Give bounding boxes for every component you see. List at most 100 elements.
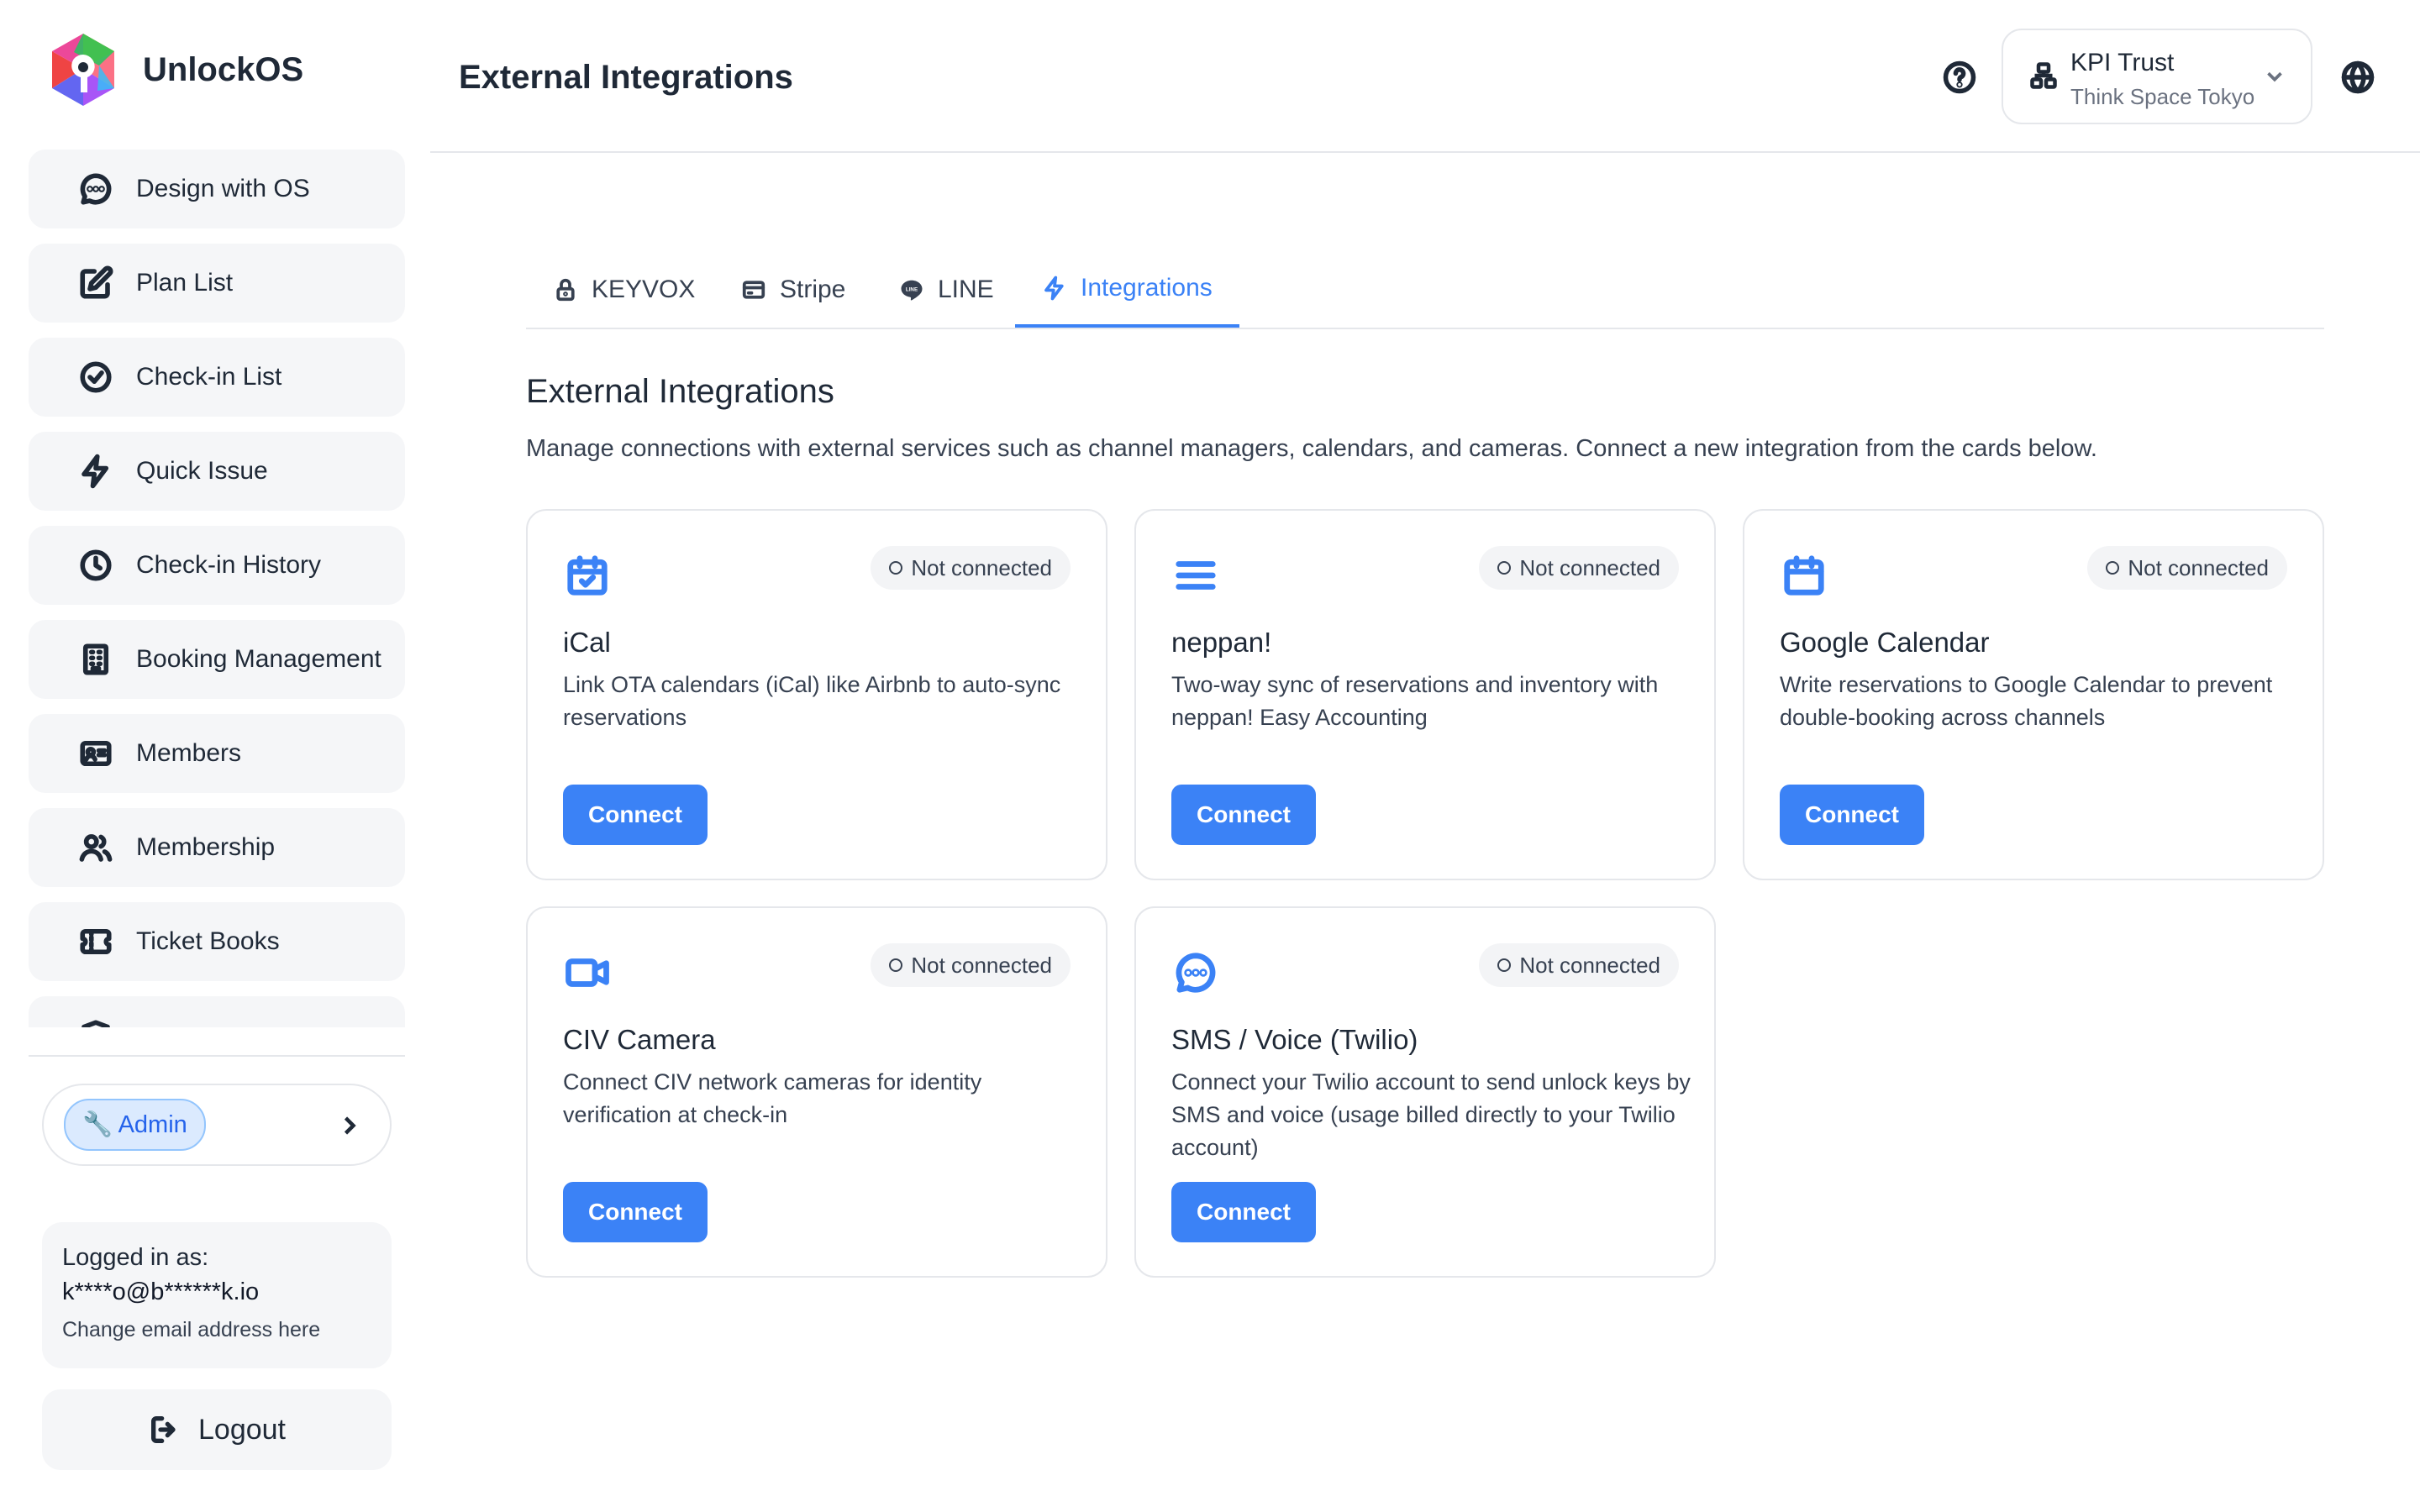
integration-card-neppan: Not connected neppan! Two-way sync of re… (1134, 509, 1716, 880)
status-badge: Not connected (1479, 546, 1679, 590)
org-name: KPI Trust (2070, 49, 2175, 76)
app-name: UnlockOS (143, 50, 304, 88)
logout-label: Logout (198, 1413, 286, 1446)
sidebar-item-label: Plan List (136, 269, 234, 297)
org-tree-icon (2028, 60, 2059, 91)
section-description: Manage connections with external service… (526, 435, 2097, 462)
app-logo (52, 34, 114, 106)
status-text: Not connected (911, 952, 1052, 978)
tab-keyvox[interactable]: KEYVOX (526, 252, 722, 328)
sidebar-item-label: Membership (136, 833, 276, 861)
card-description: Link OTA calendars (iCal) like Airbnb to… (563, 672, 1061, 730)
admin-badge: 🔧 Admin (64, 1099, 206, 1151)
org-switcher[interactable]: KPI Trust Think Space Tokyo (2002, 29, 2312, 124)
admin-switch[interactable]: 🔧 Admin (42, 1084, 392, 1166)
sidebar-item-members[interactable]: Members (29, 714, 405, 793)
page-title: External Integrations (459, 59, 793, 96)
card-description: Write reservations to Google Calendar to… (1780, 672, 2273, 730)
tab-label: LINE (938, 276, 994, 303)
sidebar-item-label: Members (136, 739, 242, 767)
sidebar-item-quick-issue[interactable]: Quick Issue (29, 432, 405, 511)
logout-button[interactable]: Logout (42, 1389, 392, 1470)
user-email: k****o@b******k.io (62, 1278, 260, 1305)
integration-card-ical: Not connected iCal Link OTA calendars (i… (526, 509, 1107, 880)
sidebar-item-label: Check-in List (136, 363, 282, 391)
status-text: Not connected (1519, 952, 1660, 978)
app-root: UnlockOS Design with OS Plan List Check-… (0, 0, 2420, 1512)
connect-button[interactable]: Connect (563, 785, 708, 845)
connect-button[interactable]: Connect (563, 1182, 708, 1242)
user-info: Logged in as: k****o@b******k.io Change … (42, 1222, 392, 1368)
id-card-icon (77, 735, 114, 772)
card-title: Google Calendar (1780, 627, 1990, 658)
card-title: iCal (563, 627, 611, 658)
tab-integrations[interactable]: Integrations (1015, 252, 1239, 328)
status-dot-icon (889, 561, 903, 575)
logged-in-label: Logged in as: (62, 1244, 209, 1271)
chevron-right-icon (334, 1110, 365, 1141)
sidebar-item-booking-management[interactable]: Booking Management (29, 620, 405, 699)
integration-card-twilio: Not connected SMS / Voice (Twilio) Conne… (1134, 906, 1716, 1278)
lightning-icon (77, 453, 114, 490)
tab-stripe[interactable]: Stripe (714, 252, 872, 328)
status-badge: Not connected (871, 546, 1071, 590)
sidebar-item-plan-list[interactable]: Plan List (29, 244, 405, 323)
status-dot-icon (1497, 561, 1512, 575)
logout-icon (151, 1416, 176, 1443)
sidebar-item-check-in-history[interactable]: Check-in History (29, 526, 405, 605)
line-icon: LINE (901, 280, 923, 301)
integration-card-google-calendar: Not connected Google Calendar Write rese… (1743, 509, 2324, 880)
building-icon (77, 641, 114, 678)
status-dot-icon (1497, 958, 1512, 972)
menu-lines-icon (1173, 553, 1218, 598)
status-text: Not connected (911, 554, 1052, 580)
globe-icon[interactable] (2339, 59, 2376, 96)
sidebar-nav: Design with OS Plan List Check-in List Q… (29, 150, 405, 1027)
sidebar-item-partial[interactable] (29, 996, 405, 1027)
sidebar-item-label: Check-in History (136, 551, 322, 579)
connect-button[interactable]: Connect (1171, 785, 1316, 845)
tab-line[interactable]: LINE LINE (872, 252, 1021, 328)
sidebar: UnlockOS Design with OS Plan List Check-… (0, 0, 430, 1512)
integration-card-civ-camera: Not connected CIV Camera Connect CIV net… (526, 906, 1107, 1278)
sidebar-item-check-in-list[interactable]: Check-in List (29, 338, 405, 417)
org-location: Think Space Tokyo (2070, 84, 2255, 109)
sidebar-item-ticket-books[interactable]: Ticket Books (29, 902, 405, 981)
calendar-icon (1781, 553, 1827, 598)
sidebar-item-label: Design with OS (136, 175, 310, 202)
chevron-down-icon (2262, 64, 2287, 89)
sidebar-item-label: Booking Management (136, 645, 381, 673)
ticket-icon (77, 923, 114, 960)
help-icon[interactable] (1941, 59, 1978, 96)
status-badge: Not connected (1479, 943, 1679, 987)
sidebar-item-label: Ticket Books (136, 927, 280, 955)
card-description: Connect your Twilio account to send unlo… (1171, 1069, 1691, 1160)
clock-icon (77, 547, 114, 584)
change-email-link[interactable]: Change email address here (62, 1318, 371, 1342)
connect-button[interactable]: Connect (1780, 785, 1924, 845)
chat-bubble-icon (77, 171, 114, 207)
tab-label: Stripe (780, 276, 846, 303)
message-circle-icon (1173, 950, 1218, 995)
status-badge: Not connected (2087, 546, 2287, 590)
sidebar-item-membership[interactable]: Membership (29, 808, 405, 887)
status-dot-icon (2106, 561, 2120, 575)
settings-tabs: KEYVOX Stripe LINE LINE Integrations (526, 252, 2324, 329)
users-icon (77, 829, 114, 866)
status-badge: Not connected (871, 943, 1071, 987)
sidebar-divider (29, 1055, 405, 1057)
card-title: CIV Camera (563, 1024, 716, 1055)
lock-icon (556, 278, 575, 302)
card-description: Connect CIV network cameras for identity… (563, 1069, 982, 1127)
svg-text:LINE: LINE (906, 287, 918, 293)
section-title: External Integrations (526, 373, 834, 410)
video-camera-icon (565, 950, 610, 995)
sidebar-item-design-with-os[interactable]: Design with OS (29, 150, 405, 228)
status-dot-icon (889, 958, 903, 972)
sidebar-item-label: Quick Issue (136, 457, 268, 485)
tab-label: Integrations (1081, 274, 1213, 302)
card-title: neppan! (1171, 627, 1272, 658)
status-text: Not connected (2128, 554, 2269, 580)
brand[interactable]: UnlockOS (49, 32, 303, 108)
connect-button[interactable]: Connect (1171, 1182, 1316, 1242)
